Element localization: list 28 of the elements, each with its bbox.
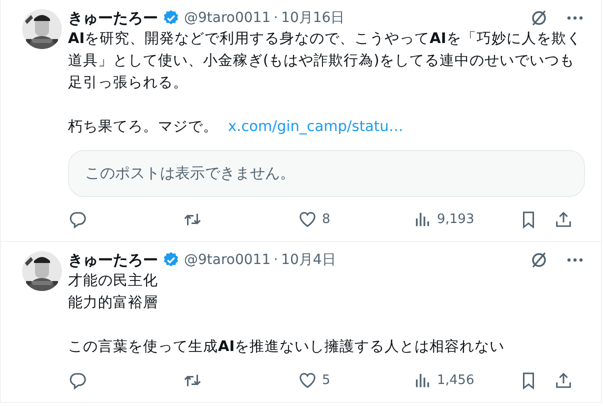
separator-dot: · bbox=[274, 252, 278, 268]
share-icon[interactable] bbox=[554, 370, 573, 390]
metric-count: 9,193 bbox=[437, 212, 474, 226]
author-name[interactable]: きゅーたろー bbox=[68, 250, 158, 270]
reply-icon[interactable] bbox=[68, 370, 87, 390]
metric-count: 1,456 bbox=[437, 372, 474, 388]
post-text: AIを研究、開発などで利用する身なので、こうやってAIを「巧妙に人を欺く bbox=[68, 30, 582, 49]
post-text: 朽ち果てろ。マジで。 bbox=[68, 118, 218, 137]
author-handle[interactable]: @9taro0011 bbox=[184, 252, 271, 268]
post-text: 才能の民主化 bbox=[68, 272, 158, 291]
author-handle[interactable]: @9taro0011 bbox=[184, 10, 271, 26]
reply-icon[interactable] bbox=[68, 210, 87, 228]
slashed-circle-icon[interactable] bbox=[529, 250, 549, 270]
post-text: この言葉を使って生成AIを推進ないし擁護する人とは相容れない bbox=[68, 338, 505, 357]
post-text: 道具」として使い、小金稼ぎ(もはや詐欺行為)をしてる連中のせいでいつも bbox=[68, 52, 574, 71]
post-text: 足引っ張られる。 bbox=[68, 74, 188, 93]
share-icon[interactable] bbox=[554, 210, 573, 228]
post-text: 能力的富裕層 bbox=[68, 294, 158, 313]
metric-count: 8 bbox=[322, 212, 330, 226]
heart-icon[interactable] bbox=[298, 370, 317, 390]
slashed-circle-icon[interactable] bbox=[529, 8, 549, 28]
post-date[interactable]: 10月16日 bbox=[281, 9, 345, 27]
author-name[interactable]: きゅーたろー bbox=[68, 8, 158, 28]
post-date[interactable]: 10月4日 bbox=[281, 251, 336, 269]
heart-icon[interactable] bbox=[298, 210, 317, 228]
separator-dot: · bbox=[274, 10, 278, 26]
metric-count: 5 bbox=[322, 372, 330, 388]
unavailable-notice: このポストは表示できません。 bbox=[85, 164, 295, 182]
